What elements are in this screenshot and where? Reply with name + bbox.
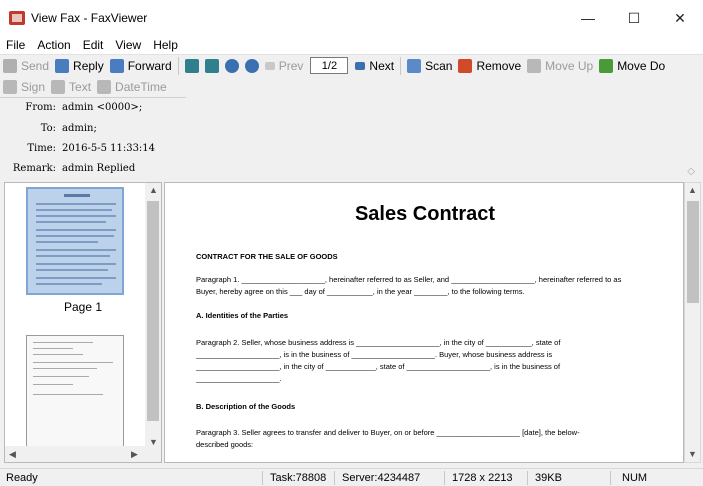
sign-button[interactable]: Sign — [0, 76, 48, 98]
document-paragraph-line: ____________________, in the city of ___… — [196, 362, 561, 371]
document-heading: B. Description of the Goods — [196, 402, 296, 411]
toolbar-separator — [177, 56, 179, 75]
scan-button[interactable]: Scan — [404, 55, 455, 77]
app-icon — [9, 11, 25, 25]
status-file-size: 39KB — [535, 472, 562, 484]
remove-button[interactable]: Remove — [455, 55, 524, 77]
status-server: Server:4234487 — [342, 472, 421, 484]
scroll-up-icon[interactable]: ▲ — [688, 185, 697, 195]
datetime-icon — [97, 79, 112, 94]
window-controls: — ☐ ✕ — [565, 0, 703, 36]
document-paragraph-line: Paragraph 3. Seller agrees to transfer a… — [196, 428, 580, 437]
status-num-lock: NUM — [622, 472, 648, 484]
document-scroll-thumb[interactable] — [687, 201, 699, 303]
rotate-left-icon — [184, 58, 199, 73]
menu-view[interactable]: View — [109, 38, 147, 52]
page-1-label: Page 1 — [63, 300, 103, 314]
next-button[interactable]: Next — [352, 55, 397, 77]
status-bar: Ready Task:78808 Server:4234487 1728 x 2… — [0, 468, 703, 486]
remove-icon — [458, 58, 473, 73]
title-bar: View Fax - FaxViewer — ☐ ✕ — [0, 0, 703, 36]
prev-icon — [264, 61, 275, 70]
fax-info-panel: From: admin <0000>; To: admin; Time: 2016-5… — [0, 98, 703, 180]
reply-icon — [55, 58, 70, 73]
rotate-right-icon — [204, 58, 219, 73]
document-title: Sales Contract — [354, 203, 496, 225]
close-button[interactable]: ✕ — [657, 0, 703, 36]
document-paragraph-line: Paragraph 2. Seller, whose business addr… — [196, 338, 561, 347]
document-paragraph-line: Paragraph 1. ____________________, herei… — [196, 275, 622, 284]
main-toolbar: Send Reply Forward Prev 1/2 Next Scan Re… — [0, 54, 703, 76]
remark-row: Remark: admin Replied — [12, 163, 136, 174]
scan-icon — [407, 58, 422, 73]
maximize-button[interactable]: ☐ — [611, 0, 657, 36]
zoom-in-button[interactable] — [222, 55, 242, 77]
time-value: 2016-5-5 11:33:14 — [62, 143, 156, 154]
faxviewer-window: View Fax - FaxViewer — ☐ ✕ File Action E… — [0, 0, 703, 486]
forward-icon — [109, 58, 124, 73]
datetime-button[interactable]: DateTime — [94, 76, 170, 98]
remark-value[interactable]: admin Replied — [62, 163, 135, 174]
next-icon — [355, 61, 366, 70]
document-paragraph-line: Buyer, hereby agree on this ___ day of _… — [196, 287, 525, 296]
move-down-button[interactable]: Move Do — [596, 55, 668, 77]
forward-button[interactable]: Forward — [107, 55, 175, 77]
menu-file[interactable]: File — [0, 38, 31, 52]
send-button[interactable]: Send — [0, 55, 52, 77]
move-up-icon — [527, 58, 542, 73]
reply-button[interactable]: Reply — [52, 55, 107, 77]
scroll-left-icon[interactable]: ◀ — [9, 449, 16, 460]
from-row: From: admin <0000>; — [25, 102, 143, 113]
from-value: admin <0000>; — [62, 102, 143, 113]
page-indicator[interactable]: 1/2 — [310, 57, 349, 74]
toolbar-separator — [400, 56, 402, 75]
status-task: Task:78808 — [270, 472, 327, 484]
prev-button[interactable]: Prev — [262, 55, 307, 77]
menu-edit[interactable]: Edit — [77, 38, 110, 52]
page-2-thumbnail[interactable] — [26, 335, 124, 447]
document-vertical-scrollbar[interactable]: ▲ ▼ — [684, 182, 701, 463]
rotate-left-button[interactable] — [182, 55, 202, 77]
window-title: View Fax - FaxViewer — [31, 11, 148, 25]
remark-scroll-icon[interactable]: ◇ — [687, 166, 695, 177]
status-ready: Ready — [6, 472, 38, 484]
annotation-toolbar: Sign Text DateTime — [0, 76, 186, 98]
menu-bar: File Action Edit View Help — [0, 36, 703, 54]
document-view: Sales Contract CONTRACT FOR THE SALE OF … — [164, 182, 684, 463]
send-icon — [3, 58, 17, 73]
rotate-right-button[interactable] — [202, 55, 222, 77]
scroll-down-icon[interactable]: ▼ — [688, 449, 697, 459]
document-paragraph-line: described goods: — [196, 440, 254, 449]
move-down-icon — [599, 58, 614, 73]
thumbnail-scroll-thumb[interactable] — [147, 201, 159, 421]
zoom-out-button[interactable] — [242, 55, 262, 77]
minimize-button[interactable]: — — [565, 0, 611, 36]
scroll-up-icon[interactable]: ▲ — [149, 185, 158, 195]
document-paragraph-line: ____________________, is in the business… — [196, 350, 553, 359]
scroll-down-icon[interactable]: ▼ — [149, 437, 158, 447]
menu-action[interactable]: Action — [31, 38, 76, 52]
document-heading: CONTRACT FOR THE SALE OF GOODS — [196, 252, 338, 261]
move-up-button[interactable]: Move Up — [524, 55, 596, 77]
thumbnail-horizontal-scrollbar[interactable]: ◀ ▶ — [5, 446, 145, 462]
thumbnail-vertical-scrollbar[interactable]: ▲ ▼ — [145, 183, 161, 462]
document-heading: A. Identities of the Parties — [196, 311, 289, 320]
document-paragraph-line: ____________________. — [196, 374, 282, 383]
thumbnail-panel: Page 1 ▲ ▼ ◀ ▶ — [4, 182, 162, 463]
text-button[interactable]: Text — [48, 76, 94, 98]
scroll-right-icon[interactable]: ▶ — [131, 449, 138, 460]
to-value: admin; — [62, 123, 97, 134]
thumbnail-title-line — [64, 194, 90, 197]
zoom-out-icon — [244, 58, 259, 73]
text-icon — [51, 79, 66, 94]
menu-help[interactable]: Help — [147, 38, 184, 52]
status-dimensions: 1728 x 2213 — [452, 472, 513, 484]
to-row: To: admin; — [40, 123, 97, 134]
time-row: Time: 2016-5-5 11:33:14 — [27, 143, 156, 154]
zoom-in-icon — [224, 58, 239, 73]
sign-icon — [3, 79, 17, 94]
page-1-thumbnail[interactable] — [26, 187, 124, 295]
